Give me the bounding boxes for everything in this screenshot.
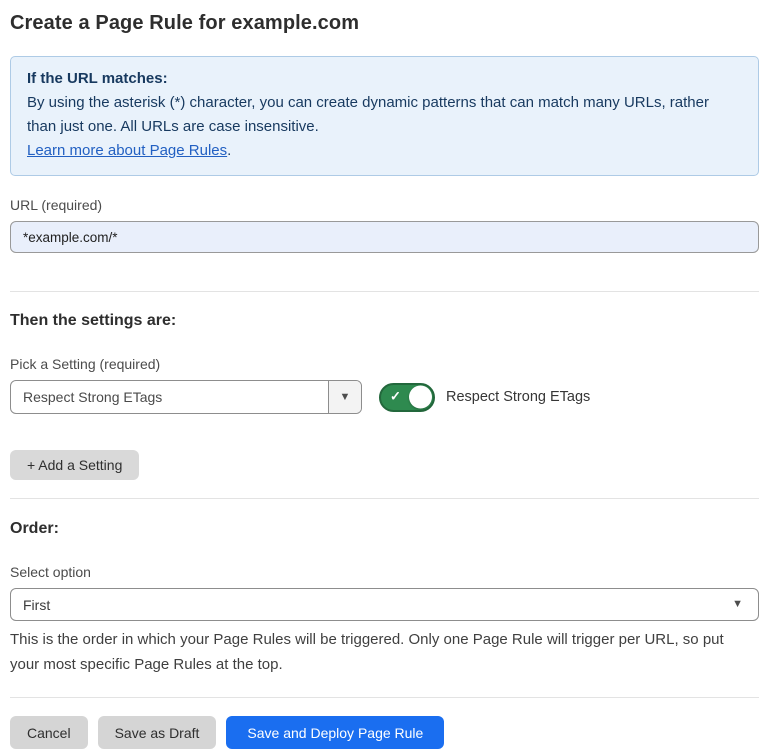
footer-actions: Cancel Save as Draft Save and Deploy Pag… [10,716,759,749]
info-box-heading: If the URL matches: [27,67,742,91]
save-and-deploy-button[interactable]: Save and Deploy Page Rule [226,716,444,749]
chevron-down-icon: ▼ [340,392,351,403]
check-icon: ✓ [390,389,401,405]
order-select-value: First [11,597,732,613]
section-divider [10,498,759,499]
section-divider [10,697,759,698]
page-title: Create a Page Rule for example.com [10,12,759,35]
order-help-text: This is the order in which your Page Rul… [10,627,755,677]
save-as-draft-button[interactable]: Save as Draft [98,716,217,749]
order-section-heading: Order: [10,520,759,538]
toggle-knob [409,386,432,409]
chevron-down-icon: ▼ [732,599,743,610]
info-box-link-line: Learn more about Page Rules. [27,139,742,163]
settings-section-heading: Then the settings are: [10,312,759,330]
url-field-label: URL (required) [10,197,759,213]
setting-row: Respect Strong ETags ▼ ✓ Respect Strong … [10,380,759,414]
order-select[interactable]: First ▼ [10,588,759,621]
add-setting-button[interactable]: + Add a Setting [10,450,139,480]
create-page-rule-form: Create a Page Rule for example.com If th… [0,0,769,749]
learn-more-link[interactable]: Learn more about Page Rules [27,142,227,159]
setting-select-arrow-box[interactable]: ▼ [328,381,361,413]
setting-select[interactable]: Respect Strong ETags ▼ [10,380,362,414]
setting-toggle[interactable]: ✓ [379,383,435,412]
link-suffix: . [227,142,231,159]
pick-setting-label: Pick a Setting (required) [10,356,759,372]
cancel-button[interactable]: Cancel [10,716,88,749]
info-box-body: By using the asterisk (*) character, you… [27,91,742,139]
url-input[interactable] [10,221,759,253]
section-divider [10,291,759,292]
url-match-info-box: If the URL matches: By using the asteris… [10,56,759,176]
order-select-label: Select option [10,564,759,580]
toggle-label: Respect Strong ETags [446,389,590,405]
setting-select-value: Respect Strong ETags [11,389,328,405]
